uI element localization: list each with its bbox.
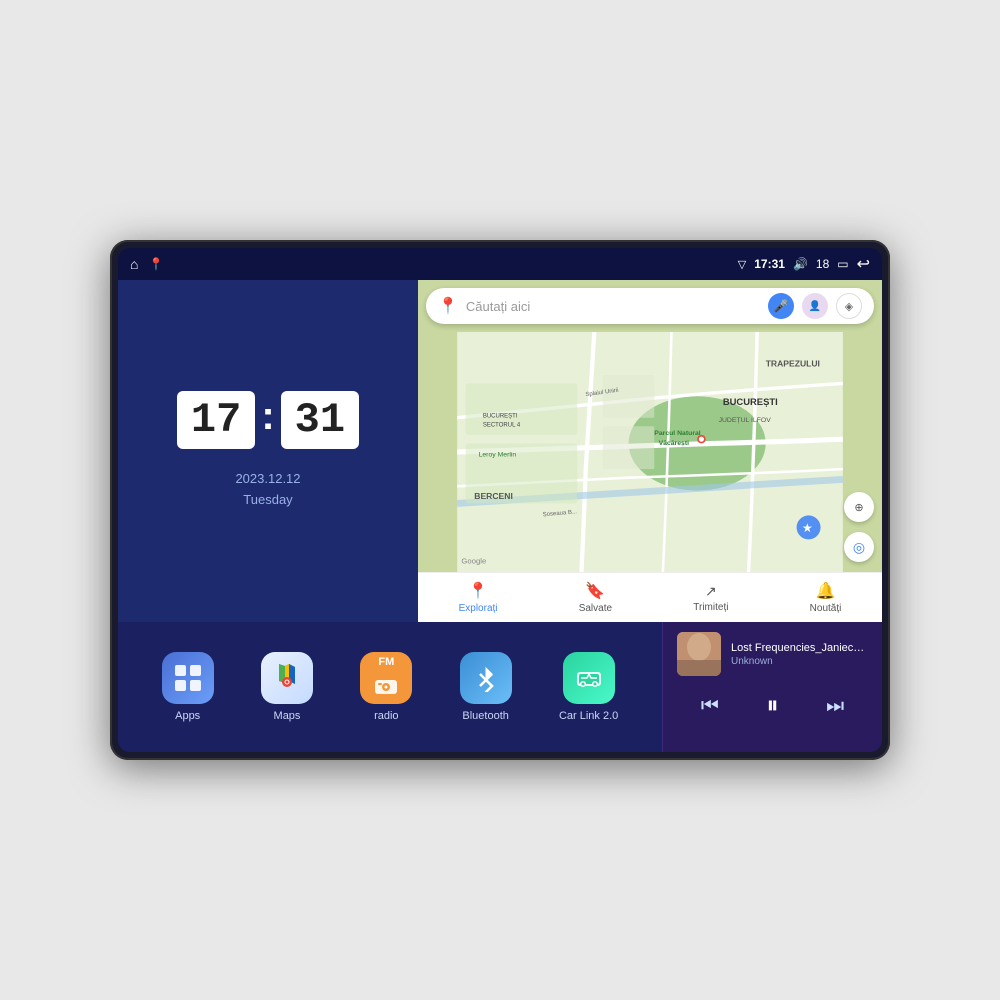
share-label: Trimiteți bbox=[693, 602, 728, 613]
music-album-art bbox=[677, 632, 721, 676]
bluetooth-app-icon bbox=[460, 652, 512, 704]
back-icon[interactable]: ↩ bbox=[857, 254, 870, 274]
music-thumbnail bbox=[677, 632, 721, 676]
status-bar: ⌂ 📍 ▽ 17:31 🔊 18 ▭ ↩ bbox=[118, 248, 882, 280]
maps-label: Maps bbox=[274, 710, 301, 722]
apps-area: Apps bbox=[118, 622, 662, 752]
svg-text:BUCUREȘTI: BUCUREȘTI bbox=[723, 396, 778, 407]
svg-text:Google: Google bbox=[461, 556, 486, 565]
svg-text:Parcul Natural: Parcul Natural bbox=[654, 430, 701, 437]
battery-icon: ▭ bbox=[837, 257, 848, 271]
map-search-bar[interactable]: 📍 Căutați aici 🎤 👤 ◈ bbox=[426, 288, 874, 324]
apps-label: Apps bbox=[175, 710, 200, 722]
map-nav-share[interactable]: ↗ Trimiteți bbox=[693, 583, 728, 613]
map-bottom-nav: 📍 Explorați 🔖 Salvate ↗ Trimiteți 🔔 bbox=[418, 572, 882, 622]
explore-label: Explorați bbox=[459, 603, 498, 614]
apps-icon bbox=[162, 652, 214, 704]
map-panel: TRAPEZULUI BUCUREȘTI JUDEȚUL ILFOV BERCE… bbox=[418, 280, 882, 622]
radio-app-icon: FM bbox=[360, 652, 412, 704]
bottom-section: Apps bbox=[118, 622, 882, 752]
status-bar-left: ⌂ 📍 bbox=[130, 256, 163, 272]
svg-text:BERCENI: BERCENI bbox=[474, 491, 513, 501]
music-controls: ⏮ ⏸ ⏭ bbox=[677, 688, 868, 724]
layers-button[interactable]: ◈ bbox=[836, 293, 862, 319]
status-bar-right: ▽ 17:31 🔊 18 ▭ ↩ bbox=[738, 254, 870, 274]
music-info: Lost Frequencies_Janieck Devy-... Unknow… bbox=[677, 632, 868, 676]
clock-hour: 17 bbox=[177, 391, 255, 449]
device-screen: ⌂ 📍 ▽ 17:31 🔊 18 ▭ ↩ 17 : bbox=[118, 248, 882, 752]
carlink-app-icon bbox=[563, 652, 615, 704]
svg-text:TRAPEZULUI: TRAPEZULUI bbox=[766, 358, 820, 368]
status-time: 17:31 bbox=[754, 257, 785, 271]
maps-pin-icon: 📍 bbox=[438, 296, 458, 316]
account-avatar-button[interactable]: 👤 bbox=[802, 293, 828, 319]
music-text: Lost Frequencies_Janieck Devy-... Unknow… bbox=[731, 642, 868, 667]
music-player: Lost Frequencies_Janieck Devy-... Unknow… bbox=[662, 622, 882, 752]
clock-minute: 31 bbox=[281, 391, 359, 449]
top-section: 17 : 31 2023.12.12 Tuesday bbox=[118, 280, 882, 622]
search-placeholder[interactable]: Căutați aici bbox=[466, 299, 760, 314]
app-item-bluetooth[interactable]: Bluetooth bbox=[460, 652, 512, 722]
clock-date: 2023.12.12 Tuesday bbox=[235, 469, 300, 511]
map-nav-saved[interactable]: 🔖 Salvate bbox=[579, 581, 612, 614]
clock-display: 17 : 31 bbox=[177, 391, 359, 449]
svg-text:JUDEȚUL ILFOV: JUDEȚUL ILFOV bbox=[719, 417, 772, 424]
maps-app-icon bbox=[261, 652, 313, 704]
saved-icon: 🔖 bbox=[585, 581, 605, 601]
news-icon: 🔔 bbox=[816, 581, 836, 601]
main-content: 17 : 31 2023.12.12 Tuesday bbox=[118, 280, 882, 752]
news-label: Noutăți bbox=[810, 603, 842, 614]
svg-text:Leroy Merlin: Leroy Merlin bbox=[479, 451, 517, 458]
map-nav-explore[interactable]: 📍 Explorați bbox=[459, 581, 498, 614]
music-title: Lost Frequencies_Janieck Devy-... bbox=[731, 642, 868, 654]
app-item-apps[interactable]: Apps bbox=[162, 652, 214, 722]
compass-button[interactable]: ⊕ bbox=[844, 492, 874, 522]
car-infotainment-device: ⌂ 📍 ▽ 17:31 🔊 18 ▭ ↩ 17 : bbox=[110, 240, 890, 760]
radio-label: radio bbox=[374, 710, 398, 722]
map-search-actions: 🎤 👤 ◈ bbox=[768, 293, 862, 319]
my-location-button[interactable]: ◎ bbox=[844, 532, 874, 562]
volume-icon: 🔊 bbox=[793, 257, 808, 271]
clock-panel: 17 : 31 2023.12.12 Tuesday bbox=[118, 280, 418, 622]
play-pause-button[interactable]: ⏸ bbox=[762, 688, 782, 724]
svg-text:SECTORUL 4: SECTORUL 4 bbox=[483, 422, 521, 428]
app-item-radio[interactable]: FM radio bbox=[360, 652, 412, 722]
map-area[interactable]: TRAPEZULUI BUCUREȘTI JUDEȚUL ILFOV BERCE… bbox=[418, 332, 882, 572]
home-icon[interactable]: ⌂ bbox=[130, 256, 138, 272]
app-item-maps[interactable]: Maps bbox=[261, 652, 313, 722]
music-artist: Unknown bbox=[731, 656, 868, 667]
svg-text:★: ★ bbox=[803, 524, 812, 535]
navigation-icon[interactable]: 📍 bbox=[148, 257, 163, 271]
svg-text:Văcărești: Văcărești bbox=[659, 440, 690, 447]
next-track-button[interactable]: ⏭ bbox=[822, 691, 848, 722]
share-icon: ↗ bbox=[705, 583, 717, 600]
signal-icon: ▽ bbox=[738, 258, 746, 271]
saved-label: Salvate bbox=[579, 603, 612, 614]
battery-level: 18 bbox=[816, 257, 829, 271]
app-item-carlink[interactable]: Car Link 2.0 bbox=[559, 652, 618, 722]
svg-text:BUCUREȘTI: BUCUREȘTI bbox=[483, 414, 518, 420]
prev-track-button[interactable]: ⏮ bbox=[697, 691, 723, 722]
voice-search-button[interactable]: 🎤 bbox=[768, 293, 794, 319]
carlink-label: Car Link 2.0 bbox=[559, 710, 618, 722]
explore-icon: 📍 bbox=[468, 581, 488, 601]
map-nav-news[interactable]: 🔔 Noutăți bbox=[810, 581, 842, 614]
bluetooth-label: Bluetooth bbox=[462, 710, 508, 722]
clock-colon: : bbox=[261, 396, 274, 436]
